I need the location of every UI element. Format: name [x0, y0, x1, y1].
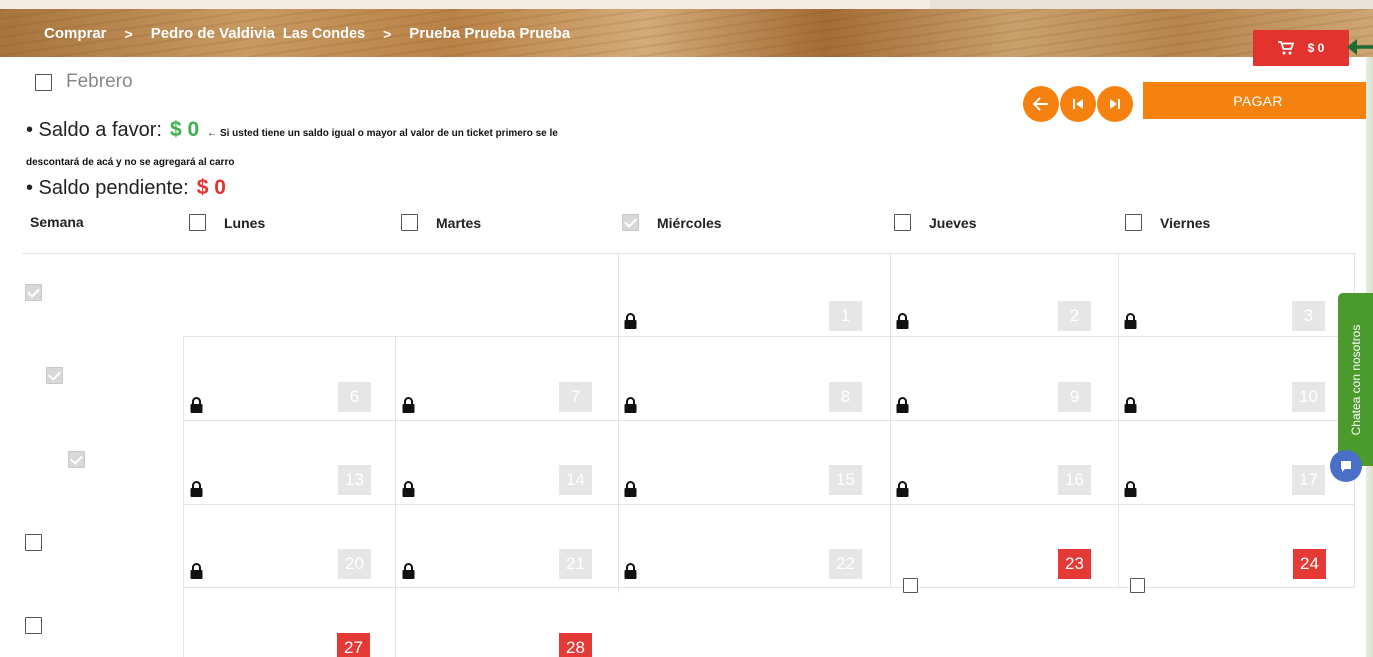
day-header-label: Miércoles — [657, 214, 722, 231]
day-number: 15 — [829, 465, 862, 495]
day-number: 27 — [337, 633, 370, 657]
saldo-pendiente: • Saldo pendiente: $ 0 — [26, 176, 226, 200]
saldo-pendiente-label: • Saldo pendiente: — [26, 177, 189, 199]
day-number: 14 — [559, 465, 592, 495]
day-header-jueves[interactable]: Jueves — [894, 214, 976, 231]
day-number: 22 — [829, 549, 862, 579]
lock-icon — [190, 397, 203, 413]
day-header-miercoles: Miércoles — [622, 214, 722, 231]
lock-icon — [896, 397, 909, 413]
last-page-button[interactable] — [1097, 86, 1133, 122]
saldo-favor-label: • Saldo a favor: — [26, 119, 162, 141]
lock-icon — [624, 481, 637, 497]
back-button[interactable] — [1023, 86, 1059, 122]
page: Comprar > Pedro de Valdivia Las Condes >… — [0, 0, 1373, 657]
day-number: 24 — [1293, 549, 1326, 579]
breadcrumb-pedro-de-valdivia[interactable]: Pedro de Valdivia — [151, 25, 275, 42]
week-2-checkbox — [46, 367, 64, 384]
day-header-label: Jueves — [929, 214, 977, 231]
pay-button[interactable]: PAGAR — [1143, 82, 1373, 119]
saldo-favor-amount: $ 0 — [169, 118, 200, 141]
saldo-favor: • Saldo a favor: $ 0 ← Si usted tiene un… — [26, 118, 558, 142]
day-header-label: Lunes — [224, 214, 266, 231]
cart-icon — [1277, 41, 1294, 55]
day-number: 21 — [559, 549, 592, 579]
week-column-header: Semana — [30, 214, 84, 230]
lock-icon — [402, 481, 415, 497]
header-banner: Comprar > Pedro de Valdivia Las Condes >… — [0, 0, 1373, 57]
day-number: 3 — [1292, 301, 1325, 331]
lock-icon — [1124, 481, 1137, 497]
lock-icon — [896, 481, 909, 497]
day-header-martes[interactable]: Martes — [401, 214, 481, 231]
first-page-button[interactable] — [1060, 86, 1096, 122]
chat-bubble-button[interactable] — [1330, 450, 1362, 482]
breadcrumb-separator: > — [383, 25, 392, 42]
day-number: 23 — [1058, 549, 1091, 579]
lock-icon — [402, 563, 415, 579]
day-number: 28 — [559, 633, 592, 657]
week-4-checkbox[interactable] — [25, 534, 42, 551]
skip-previous-icon — [1073, 99, 1083, 109]
week-5-checkbox[interactable] — [25, 617, 42, 634]
arrow-left-icon — [1347, 39, 1373, 55]
week-header-label: Semana — [30, 214, 84, 230]
breadcrumb-comprar[interactable]: Comprar — [44, 25, 107, 42]
day-number: 17 — [1292, 465, 1325, 495]
chat-bubble-icon — [1341, 461, 1351, 472]
day-number: 6 — [338, 382, 371, 412]
day-number: 2 — [1058, 301, 1091, 331]
jueves-checkbox[interactable] — [894, 214, 911, 231]
day-header-lunes[interactable]: Lunes — [189, 214, 265, 231]
lock-icon — [402, 397, 415, 413]
chat-tab[interactable]: Chatea con nosotros — [1338, 293, 1373, 466]
day-checkbox[interactable] — [903, 578, 918, 593]
week-3-checkbox — [67, 451, 85, 468]
top-strip — [930, 0, 1373, 9]
day-number: 9 — [1058, 382, 1091, 412]
breadcrumb-separator: > — [124, 25, 133, 42]
cart-button[interactable]: $ 0 — [1253, 30, 1349, 66]
lock-icon — [1124, 313, 1137, 329]
day-number: 7 — [559, 382, 592, 412]
week-1-checkbox — [25, 284, 42, 301]
saldo-favor-note: ← Si usted tiene un saldo igual o mayor … — [207, 128, 558, 139]
day-number: 16 — [1058, 465, 1091, 495]
lock-icon — [624, 397, 637, 413]
day-number: 13 — [338, 465, 371, 495]
day-number: 10 — [1292, 382, 1325, 412]
lock-icon — [190, 481, 203, 497]
miercoles-checkbox — [622, 214, 639, 231]
month-checkbox[interactable] — [35, 73, 52, 91]
viernes-checkbox[interactable] — [1125, 214, 1142, 231]
saldo-favor-note-continued: descontará de acá y no se agregará al ca… — [26, 157, 235, 168]
lock-icon — [896, 313, 909, 329]
saldo-pendiente-amount: $ 0 — [196, 176, 226, 199]
chat-label: Chatea con nosotros — [1348, 324, 1363, 435]
day-number: 1 — [829, 301, 862, 331]
breadcrumb: Comprar > Pedro de Valdivia Las Condes >… — [44, 25, 570, 42]
cart-total: $ 0 — [1307, 41, 1325, 55]
martes-checkbox[interactable] — [401, 214, 418, 231]
day-number: 8 — [829, 382, 862, 412]
breadcrumb-location: Las Condes — [282, 25, 366, 42]
skip-next-icon — [1110, 99, 1120, 109]
day-checkbox[interactable] — [1130, 578, 1145, 593]
arrow-left-icon — [1033, 97, 1048, 111]
day-number: 20 — [338, 549, 371, 579]
month-toggle[interactable]: Febrero — [35, 71, 133, 93]
breadcrumb-current: Prueba Prueba Prueba — [409, 25, 571, 42]
lock-icon — [190, 563, 203, 579]
calendar-grid: 1 2 3 6 7 8 9 10 13 14 15 16 17 20 21 22… — [22, 253, 1355, 657]
lock-icon — [624, 313, 637, 329]
day-header-label: Martes — [436, 214, 482, 231]
day-header-viernes[interactable]: Viernes — [1125, 214, 1210, 231]
month-label: Febrero — [66, 71, 133, 92]
day-header-label: Viernes — [1160, 214, 1211, 231]
lock-icon — [624, 563, 637, 579]
pay-label: PAGAR — [1233, 92, 1283, 109]
lock-icon — [1124, 397, 1137, 413]
lunes-checkbox[interactable] — [189, 214, 206, 231]
